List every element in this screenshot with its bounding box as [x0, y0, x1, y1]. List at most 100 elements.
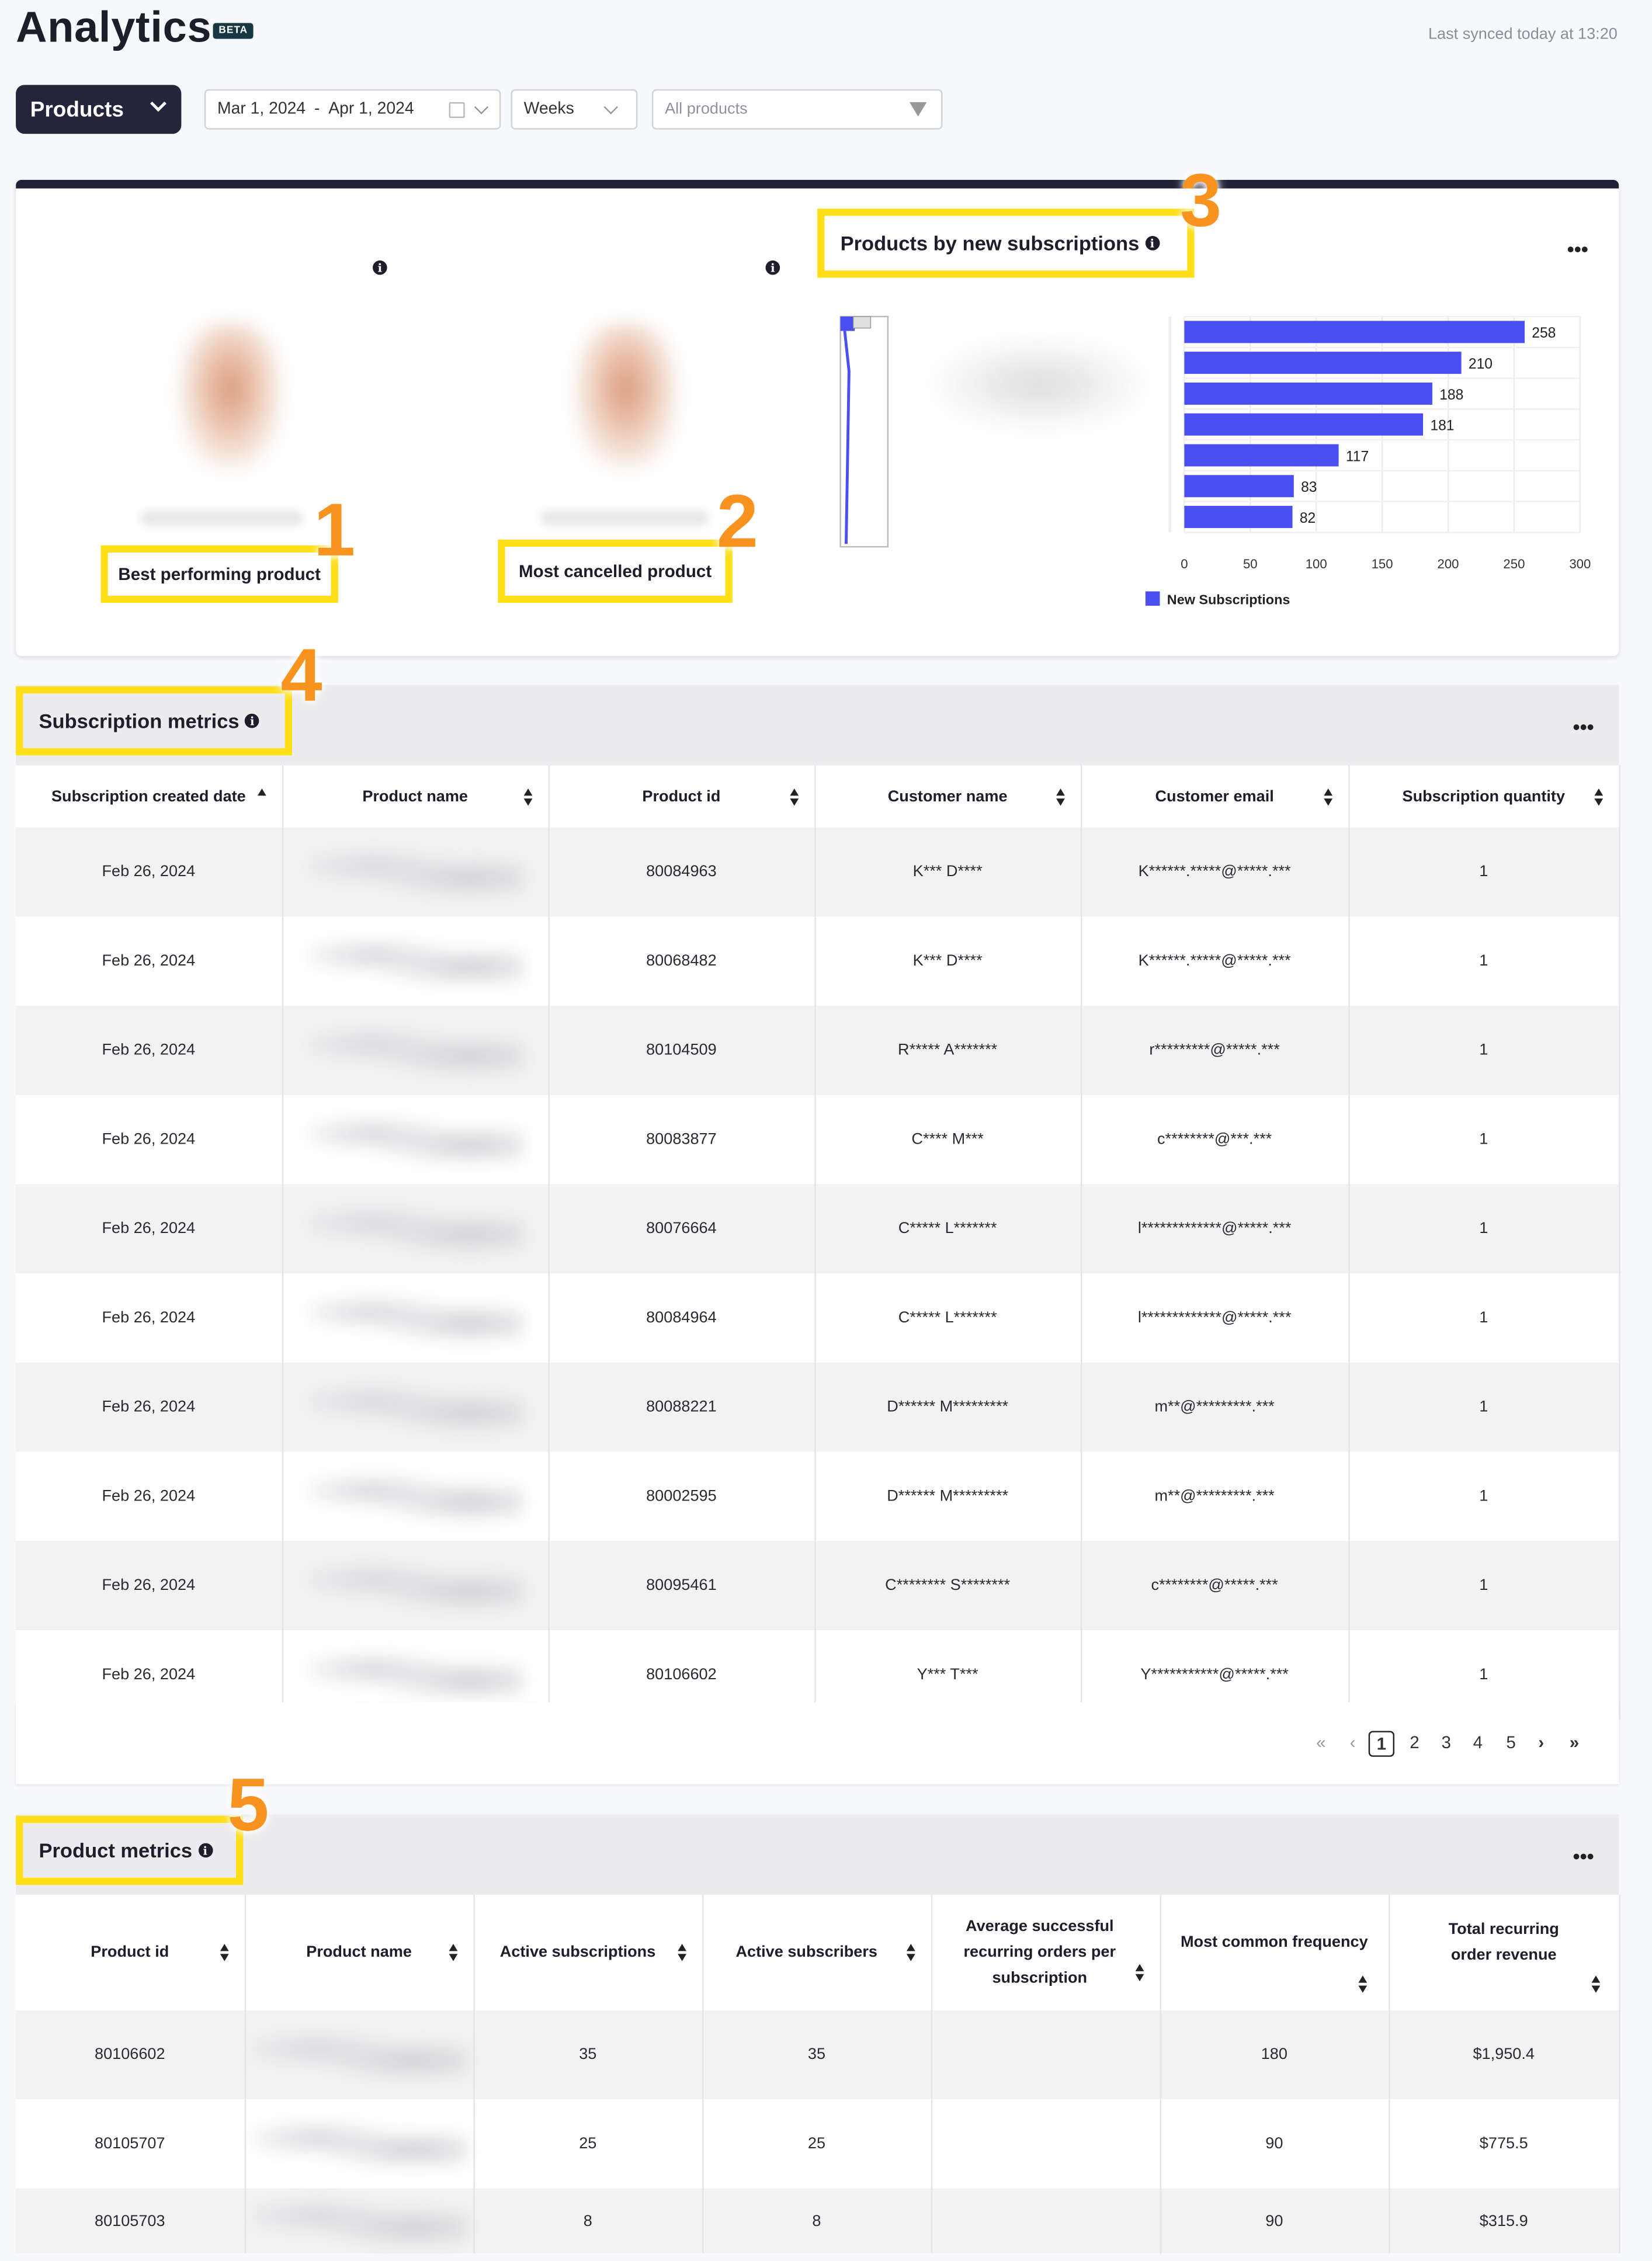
- column-header-product-name[interactable]: Product name: [282, 765, 549, 828]
- info-icon[interactable]: i: [1145, 235, 1160, 251]
- info-icon[interactable]: i: [245, 713, 260, 728]
- table-cell: c********@***.***: [1081, 1095, 1349, 1185]
- product-name-blurred: [307, 1646, 523, 1704]
- bar-value-label: 210: [1469, 356, 1493, 372]
- chart-zoom-slider[interactable]: [839, 314, 891, 550]
- annotation-number: 4: [280, 634, 322, 718]
- x-tick-label: 150: [1372, 557, 1393, 571]
- product-filter-placeholder: All products: [665, 100, 748, 118]
- x-tick-label: 300: [1569, 557, 1591, 571]
- table-row: Feb 26, 2024 80104509 R***** A******* r****…: [16, 1005, 1620, 1095]
- product-filter-input[interactable]: All products: [651, 89, 943, 130]
- product-metrics-table: Product id Product name Active subscript…: [16, 1895, 1620, 2253]
- column-header-avg-recurring-orders[interactable]: Average successful recurring orders per …: [931, 1895, 1161, 2010]
- page-button[interactable]: 3: [1434, 1731, 1459, 1756]
- table-cell: [282, 1184, 549, 1274]
- table-cell: 80106602: [16, 2010, 246, 2100]
- table-cell: 90: [1160, 2188, 1390, 2253]
- table-cell: 35: [473, 2010, 703, 2100]
- page-button[interactable]: 5: [1498, 1731, 1523, 1756]
- prev-page-button[interactable]: ‹: [1339, 1731, 1365, 1756]
- product-name-blurred: [307, 1200, 523, 1258]
- column-header-total-revenue[interactable]: Total recurring order revenue: [1389, 1895, 1620, 2010]
- beta-badge: BETA: [213, 23, 254, 39]
- view-select-label: Products: [30, 97, 124, 122]
- product-name-blurred: [251, 2026, 467, 2084]
- date-range-picker[interactable]: Mar 1, 2024 - Apr 1, 2024: [204, 89, 501, 130]
- next-page-button[interactable]: ›: [1528, 1731, 1554, 1756]
- chart-bar: [1184, 444, 1339, 467]
- chart-more-menu[interactable]: •••: [1567, 239, 1588, 259]
- product-name-blurred: [307, 1289, 523, 1347]
- table-cell: $1,950.4: [1389, 2010, 1620, 2100]
- table-cell: 1: [1348, 827, 1620, 917]
- table-cell: Feb 26, 2024: [16, 1451, 283, 1541]
- column-header-product-name[interactable]: Product name: [244, 1895, 474, 2010]
- table-cell: [282, 1451, 549, 1541]
- sort-icon: [1055, 787, 1066, 805]
- table-cell: 1: [1348, 1095, 1620, 1185]
- chart-bar: [1184, 506, 1293, 529]
- column-header-customer-name[interactable]: Customer name: [814, 765, 1082, 828]
- table-cell: K******.*****@*****.***: [1081, 916, 1349, 1006]
- table-cell: 1: [1348, 1541, 1620, 1631]
- x-tick-label: 100: [1306, 557, 1327, 571]
- column-header-subscription-quantity[interactable]: Subscription quantity: [1348, 765, 1620, 828]
- best-product-image: [179, 324, 281, 468]
- chevron-down-icon: [474, 100, 489, 114]
- calendar-icon: [449, 102, 465, 118]
- interval-select[interactable]: Weeks: [511, 89, 638, 130]
- table-cell: [931, 2188, 1161, 2253]
- info-icon[interactable]: i: [765, 260, 780, 275]
- page-button[interactable]: 1: [1368, 1731, 1395, 1757]
- product-name-blurred: [307, 1557, 523, 1614]
- view-select-dropdown[interactable]: Products: [16, 85, 182, 134]
- x-tick-label: 250: [1503, 557, 1525, 571]
- bar-value-label: 82: [1300, 510, 1316, 526]
- table-cell: 80083877: [548, 1095, 815, 1185]
- table-row: 80106602 35 35 180 $1,950.4: [16, 2010, 1620, 2100]
- table-cell: D****** M*********: [814, 1362, 1082, 1452]
- column-header-active-subscribers[interactable]: Active subscribers: [702, 1895, 932, 2010]
- info-icon[interactable]: i: [373, 260, 387, 275]
- product-name-blurred: [307, 1378, 523, 1436]
- table-cell: $775.5: [1389, 2099, 1620, 2189]
- product-name-blurred: [307, 1110, 523, 1169]
- page-button[interactable]: 2: [1401, 1731, 1427, 1756]
- best-product-name-blurred: [141, 510, 303, 526]
- chart-bar: [1184, 475, 1294, 498]
- table-cell: Feb 26, 2024: [16, 1273, 283, 1363]
- last-page-button[interactable]: »: [1561, 1731, 1587, 1756]
- column-header-product-id[interactable]: Product id: [16, 1895, 246, 2010]
- column-header-customer-email[interactable]: Customer email: [1081, 765, 1349, 828]
- first-page-button[interactable]: «: [1308, 1731, 1334, 1756]
- table-cell: 80084964: [548, 1273, 815, 1363]
- table-cell: Feb 26, 2024: [16, 1362, 283, 1452]
- table-row: 80105707 25 25 90 $775.5: [16, 2099, 1620, 2189]
- column-header-most-common-frequency[interactable]: Most common frequency: [1160, 1895, 1390, 2010]
- subscription-metrics-title-box: Subscription metrics i: [16, 686, 293, 756]
- table-cell: [244, 2188, 474, 2253]
- table-cell: C******** S********: [814, 1541, 1082, 1631]
- table-cell: C***** L*******: [814, 1184, 1082, 1274]
- section-more-menu[interactable]: •••: [1573, 1846, 1594, 1866]
- annotation-number: 1: [314, 489, 356, 573]
- sort-icon: [1594, 787, 1604, 805]
- page-button[interactable]: 4: [1465, 1731, 1491, 1756]
- column-header-created-date[interactable]: Subscription created date: [16, 765, 283, 828]
- table-cell: Feb 26, 2024: [16, 1184, 283, 1274]
- date-end: Apr 1, 2024: [328, 100, 414, 118]
- product-name-blurred: [307, 1467, 523, 1526]
- sort-icon: [1358, 1975, 1368, 1993]
- column-header-product-id[interactable]: Product id: [548, 765, 815, 828]
- table-cell: K******.*****@*****.***: [1081, 827, 1349, 917]
- table-cell: [244, 2099, 474, 2189]
- column-header-active-subscriptions[interactable]: Active subscriptions: [473, 1895, 703, 2010]
- table-cell: 80084963: [548, 827, 815, 917]
- section-more-menu[interactable]: •••: [1573, 717, 1594, 737]
- info-icon[interactable]: i: [197, 1843, 213, 1858]
- bar-value-label: 117: [1346, 449, 1369, 464]
- table-cell: [282, 1541, 549, 1631]
- best-performing-label: Best performing product: [100, 545, 338, 603]
- bar-value-label: 258: [1532, 325, 1556, 341]
